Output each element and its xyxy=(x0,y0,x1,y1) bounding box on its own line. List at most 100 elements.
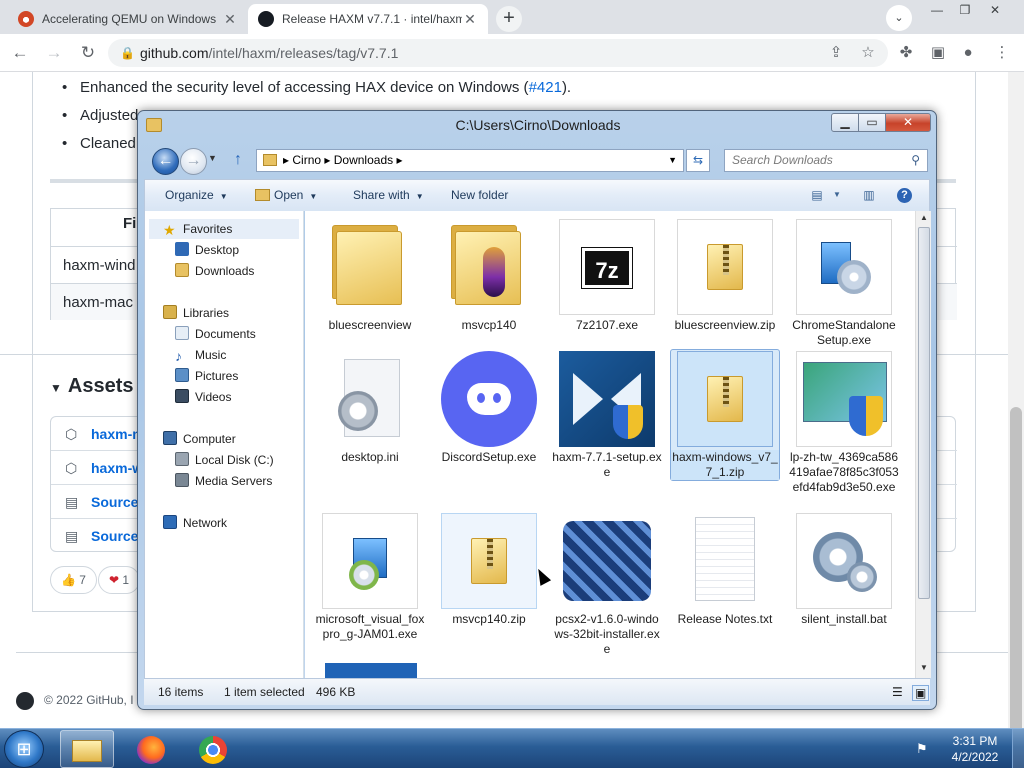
tab-release-haxm[interactable]: Release HAXM v7.7.1 · intel/haxm ✕ xyxy=(248,4,488,34)
file-item[interactable]: bluescreenview xyxy=(315,219,425,333)
file-item[interactable]: desktop.ini xyxy=(315,351,425,465)
share-with-button[interactable]: Share with ▼ xyxy=(347,180,430,210)
file-item[interactable]: pcsx2-v1.6.0-windows-32bit-installer.exe xyxy=(552,513,662,657)
reaction-heart[interactable]: ❤ 1 xyxy=(98,566,141,594)
file-item[interactable]: ChromeStandaloneSetup.exe xyxy=(789,219,899,348)
desktop-icon xyxy=(175,242,189,256)
preview-pane-icon[interactable]: ▥ xyxy=(861,188,877,202)
taskbar-explorer[interactable] xyxy=(60,730,114,768)
page-scrollbar-thumb[interactable] xyxy=(1010,407,1022,762)
partial-file-thumbnail[interactable] xyxy=(325,663,417,678)
details-view-icon[interactable]: ☰ xyxy=(892,679,903,706)
reaction-thumbs-up[interactable]: 👍 7 xyxy=(50,566,97,594)
github-logo-icon[interactable] xyxy=(16,692,34,710)
windows-taskbar: ⊞ ⚑ 3:31 PM 4/2/2022 xyxy=(0,728,1024,768)
new-tab-button[interactable]: + xyxy=(496,6,522,32)
nav-desktop[interactable]: Desktop xyxy=(175,240,239,260)
reload-icon[interactable]: ↻ xyxy=(76,41,100,65)
issue-link[interactable]: #421 xyxy=(529,79,562,96)
menu-kebab-icon[interactable]: ⋮ xyxy=(992,43,1012,63)
file-name: bluescreenview.zip xyxy=(674,318,776,332)
file-name: msvcp140 xyxy=(461,318,517,332)
close-icon[interactable]: ✕ xyxy=(222,11,238,28)
scrollbar-thumb[interactable] xyxy=(918,227,930,599)
asset-name: Source xyxy=(91,494,139,510)
file-item[interactable]: Release Notes.txt xyxy=(670,513,780,627)
file-item[interactable]: haxm-windows_v7_7_1.zip xyxy=(670,349,780,481)
file-item[interactable]: lp-zh-tw_4369ca586419afae78f85c3f053efd4… xyxy=(789,351,899,495)
page-scrollbar[interactable] xyxy=(1008,72,1024,762)
file-item[interactable]: silent_install.bat xyxy=(789,513,899,627)
star-bookmark-icon[interactable]: ☆ xyxy=(858,43,878,63)
refresh-button[interactable]: ⇆ xyxy=(686,149,710,172)
forward-button[interactable]: → xyxy=(180,148,207,175)
help-icon[interactable]: ? xyxy=(897,188,912,203)
nav-media-servers[interactable]: Media Servers xyxy=(175,471,272,491)
maximize-button[interactable]: ▭ xyxy=(858,113,886,132)
nav-music[interactable]: ♪ Music xyxy=(175,345,226,365)
nav-documents[interactable]: Documents xyxy=(175,324,256,344)
restore-icon[interactable]: ❐ xyxy=(950,0,980,20)
nav-favorites[interactable]: ★ Favorites xyxy=(149,219,299,239)
minimize-button[interactable]: ▁ xyxy=(831,113,859,132)
file-view-scrollbar[interactable]: ▲ ▼ xyxy=(915,211,931,678)
scroll-up-icon[interactable]: ▲ xyxy=(916,213,932,222)
setup-disc-icon xyxy=(796,219,892,315)
file-item[interactable]: microsoft_visual_foxpro_g-JAM01.exe xyxy=(315,513,425,642)
nav-network[interactable]: Network xyxy=(163,513,227,533)
forward-arrow-icon[interactable]: → xyxy=(42,41,66,65)
action-center-flag-icon[interactable]: ⚑ xyxy=(916,741,928,757)
chevron-down-icon[interactable]: ▼ xyxy=(668,150,677,171)
nav-videos[interactable]: Videos xyxy=(175,387,231,407)
file-item[interactable]: haxm-7.7.1-setup.exe xyxy=(552,351,662,480)
side-panel-icon[interactable]: ▣ xyxy=(928,43,948,63)
taskbar-chrome[interactable] xyxy=(186,730,240,768)
new-folder-button[interactable]: New folder xyxy=(445,180,514,210)
file-item[interactable]: msvcp140.zip xyxy=(434,513,544,627)
address-bar[interactable]: 🔒 github.com/intel/haxm/releases/tag/v7.… xyxy=(108,39,888,67)
up-arrow-icon[interactable]: ↑ xyxy=(234,151,242,169)
file-item[interactable]: msvcp140 xyxy=(434,219,544,333)
open-button[interactable]: Open ▼ xyxy=(249,180,323,210)
extensions-puzzle-icon[interactable]: ✤ xyxy=(896,43,916,63)
taskbar-firefox[interactable] xyxy=(124,730,178,768)
tab-accelerating-qemu[interactable]: Accelerating QEMU on Windows ✕ xyxy=(8,4,248,34)
start-button[interactable]: ⊞ xyxy=(4,730,44,768)
nav-downloads[interactable]: Downloads xyxy=(175,261,254,281)
back-arrow-icon[interactable]: ← xyxy=(8,41,32,65)
close-button[interactable]: ✕ xyxy=(885,113,931,132)
large-icons-view-icon[interactable]: ▣ xyxy=(912,685,930,701)
system-clock[interactable]: 3:31 PM 4/2/2022 xyxy=(940,733,1010,765)
share-icon[interactable]: ⇪ xyxy=(826,43,846,63)
file-item[interactable]: bluescreenview.zip xyxy=(670,219,780,333)
nav-computer[interactable]: Computer xyxy=(163,429,236,449)
folder-icon xyxy=(322,219,418,315)
file-item[interactable]: 7z 7z2107.exe xyxy=(552,219,662,333)
footer-copyright: © 2022 GitHub, I xyxy=(44,693,134,708)
file-item[interactable]: DiscordSetup.exe xyxy=(434,351,544,465)
breadcrumb-downloads[interactable]: Downloads xyxy=(334,153,393,167)
profile-avatar-icon[interactable]: ● xyxy=(958,43,978,63)
search-input[interactable]: Search Downloads ⚲ xyxy=(724,149,928,172)
change-view-icon[interactable]: ▤ xyxy=(809,188,825,202)
nav-pictures[interactable]: Pictures xyxy=(175,366,238,386)
scroll-down-icon[interactable]: ▼ xyxy=(916,663,932,672)
assets-heading[interactable]: ▼ Assets xyxy=(50,375,134,398)
search-icon[interactable]: ⚲ xyxy=(911,150,920,171)
nav-libraries[interactable]: Libraries xyxy=(163,303,229,323)
breadcrumb-separator: ▸ xyxy=(283,153,293,167)
back-button[interactable]: ← xyxy=(152,148,179,175)
show-desktop-button[interactable] xyxy=(1012,729,1024,768)
organize-button[interactable]: Organize ▼ xyxy=(159,180,234,210)
chevron-down-icon[interactable]: ▼ xyxy=(829,188,845,202)
recent-pages-icon[interactable]: ▼ xyxy=(208,153,217,163)
tab-search-icon[interactable]: ⌄ xyxy=(886,5,912,31)
nav-local-disk[interactable]: Local Disk (C:) xyxy=(175,450,274,470)
close-icon[interactable]: ✕ xyxy=(462,11,478,28)
package-icon: ⬡ xyxy=(65,460,78,476)
close-icon[interactable]: ✕ xyxy=(980,0,1010,20)
file-name: pcsx2-v1.6.0-windows-32bit-installer.exe xyxy=(554,612,660,656)
explorer-address-bar[interactable]: ▸ Cirno ▸ Downloads ▸ ▼ xyxy=(256,149,684,172)
minimize-icon[interactable]: — xyxy=(922,0,952,20)
breadcrumb-cirno[interactable]: Cirno xyxy=(292,153,321,167)
